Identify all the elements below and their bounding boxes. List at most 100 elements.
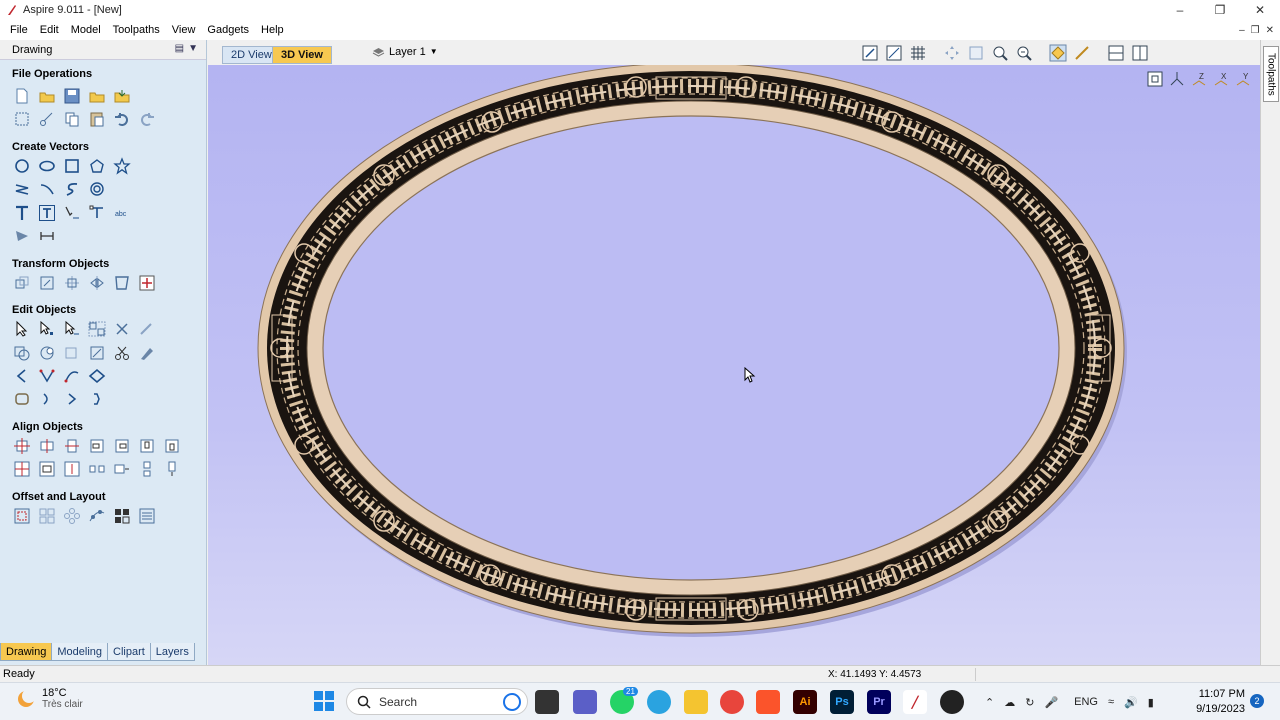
align-center-icon[interactable] xyxy=(62,273,82,293)
arc-icon[interactable] xyxy=(37,179,57,199)
weld-icon[interactable] xyxy=(12,343,32,363)
open-folder-icon[interactable] xyxy=(87,86,107,106)
ellipse-icon[interactable] xyxy=(37,156,57,176)
grid-icon[interactable] xyxy=(908,43,928,63)
taskbar-search[interactable]: Search xyxy=(346,688,528,715)
align-hcenter-icon[interactable] xyxy=(37,436,57,456)
pin-icon[interactable]: ▼ xyxy=(188,43,198,54)
view-z-icon[interactable]: Z xyxy=(1190,70,1208,88)
cut-icon[interactable] xyxy=(37,109,57,129)
view-x-icon[interactable]: X xyxy=(1212,70,1230,88)
text-style-icon[interactable]: abc xyxy=(112,203,132,223)
scissors-icon[interactable] xyxy=(112,343,132,363)
zoom-box-icon[interactable] xyxy=(966,43,986,63)
text-on-curve-icon[interactable] xyxy=(62,203,82,223)
close-button[interactable]: ✕ xyxy=(1240,0,1280,20)
align-left-icon[interactable] xyxy=(87,436,107,456)
mdi-close-button[interactable]: ✕ xyxy=(1266,25,1274,36)
rectangle-icon[interactable] xyxy=(62,156,82,176)
panel-dock-icon[interactable]: ▤ xyxy=(175,43,184,54)
interactive-select-icon[interactable] xyxy=(62,319,82,339)
nest-icon[interactable] xyxy=(37,389,57,409)
offset-icon[interactable] xyxy=(12,506,32,526)
scale-handles-icon[interactable] xyxy=(137,273,157,293)
ungroup-icon[interactable] xyxy=(112,319,132,339)
curve-fit-icon[interactable] xyxy=(62,366,82,386)
circle-icon[interactable] xyxy=(12,156,32,176)
join-vectors-icon[interactable] xyxy=(37,366,57,386)
menu-file[interactable]: File xyxy=(0,24,34,36)
split-view-icon[interactable] xyxy=(1106,43,1126,63)
align-bottom-icon[interactable] xyxy=(162,436,182,456)
dimension-icon[interactable] xyxy=(37,226,57,246)
wifi-icon[interactable]: ≈ xyxy=(1108,696,1114,708)
circular-array-icon[interactable] xyxy=(62,506,82,526)
menu-help[interactable]: Help xyxy=(255,24,290,36)
distort-icon[interactable] xyxy=(112,273,132,293)
sync-icon[interactable]: ↻ xyxy=(1025,696,1034,709)
space-horizontal-icon[interactable] xyxy=(87,459,107,479)
draw-shape-icon[interactable] xyxy=(12,226,32,246)
battery-icon[interactable]: ▮ xyxy=(1148,696,1154,709)
lighting-icon[interactable] xyxy=(1072,43,1092,63)
teams-icon[interactable] xyxy=(573,690,597,714)
menu-view[interactable]: View xyxy=(166,24,202,36)
text-icon[interactable] xyxy=(12,203,32,223)
spiral-icon[interactable] xyxy=(87,179,107,199)
mdi-restore-button[interactable]: ❐ xyxy=(1251,25,1260,36)
set-size-icon[interactable] xyxy=(37,273,57,293)
ruler-icon[interactable] xyxy=(884,43,904,63)
job-setup-icon[interactable] xyxy=(12,109,32,129)
star-icon[interactable] xyxy=(112,156,132,176)
aspire-taskbar-icon[interactable]: ╱ xyxy=(903,690,927,714)
select-icon[interactable] xyxy=(12,319,32,339)
windows-start-icon[interactable] xyxy=(314,691,334,711)
mdi-minimize-button[interactable]: – xyxy=(1239,25,1245,36)
chrome-icon[interactable] xyxy=(720,690,744,714)
3d-viewport[interactable]: Z X Y xyxy=(208,65,1260,665)
photoshop-icon[interactable]: Ps xyxy=(830,690,854,714)
open-vectors-icon[interactable] xyxy=(12,366,32,386)
distribute-vertical-icon[interactable] xyxy=(137,459,157,479)
task-view-icon[interactable] xyxy=(535,690,559,714)
tile-view-icon[interactable] xyxy=(1130,43,1150,63)
close-vectors-icon[interactable] xyxy=(87,366,107,386)
paste-icon[interactable] xyxy=(87,109,107,129)
space-vertical-icon[interactable] xyxy=(112,459,132,479)
array-copy-icon[interactable] xyxy=(37,506,57,526)
menu-model[interactable]: Model xyxy=(65,24,107,36)
restore-button[interactable]: ❐ xyxy=(1200,0,1240,20)
import-icon[interactable] xyxy=(112,86,132,106)
volume-icon[interactable]: 🔊 xyxy=(1124,696,1138,709)
fill-area-icon[interactable] xyxy=(137,506,157,526)
layer-selector[interactable]: Layer 1 ▼ xyxy=(372,45,438,58)
zoom-extents-icon[interactable] xyxy=(860,43,880,63)
zoom-in-icon[interactable] xyxy=(990,43,1010,63)
edit-node-icon[interactable] xyxy=(137,343,157,363)
zoom-out-icon[interactable] xyxy=(1014,43,1034,63)
center-in-material-icon[interactable] xyxy=(12,459,32,479)
open-file-icon[interactable] xyxy=(37,86,57,106)
new-file-icon[interactable] xyxy=(12,86,32,106)
view-axes-icon[interactable] xyxy=(1168,70,1186,88)
notification-badge[interactable]: 2 xyxy=(1250,694,1264,708)
tab-3d-view[interactable]: 3D View xyxy=(272,46,332,64)
view-iso-icon[interactable] xyxy=(1146,70,1164,88)
mirror-icon[interactable] xyxy=(87,273,107,293)
menu-toolpaths[interactable]: Toolpaths xyxy=(107,24,166,36)
pan-icon[interactable] xyxy=(942,43,962,63)
bend-text-icon[interactable] xyxy=(87,203,107,223)
polyline-icon[interactable] xyxy=(12,179,32,199)
center-vertical-icon[interactable] xyxy=(62,459,82,479)
brave-icon[interactable] xyxy=(756,690,780,714)
illustrator-icon[interactable]: Ai xyxy=(793,690,817,714)
extend-icon[interactable] xyxy=(62,389,82,409)
tab-drawing[interactable]: Drawing xyxy=(0,643,53,661)
toolpaths-tab[interactable]: Toolpaths xyxy=(1263,46,1279,102)
bracket-icon[interactable] xyxy=(87,389,107,409)
intersect-icon[interactable] xyxy=(62,343,82,363)
curve-icon[interactable] xyxy=(62,179,82,199)
taskbar-clock[interactable]: 11:07 PM 9/19/2023 xyxy=(1195,687,1245,717)
view-y-icon[interactable]: Y xyxy=(1234,70,1252,88)
align-vcenter-icon[interactable] xyxy=(62,436,82,456)
